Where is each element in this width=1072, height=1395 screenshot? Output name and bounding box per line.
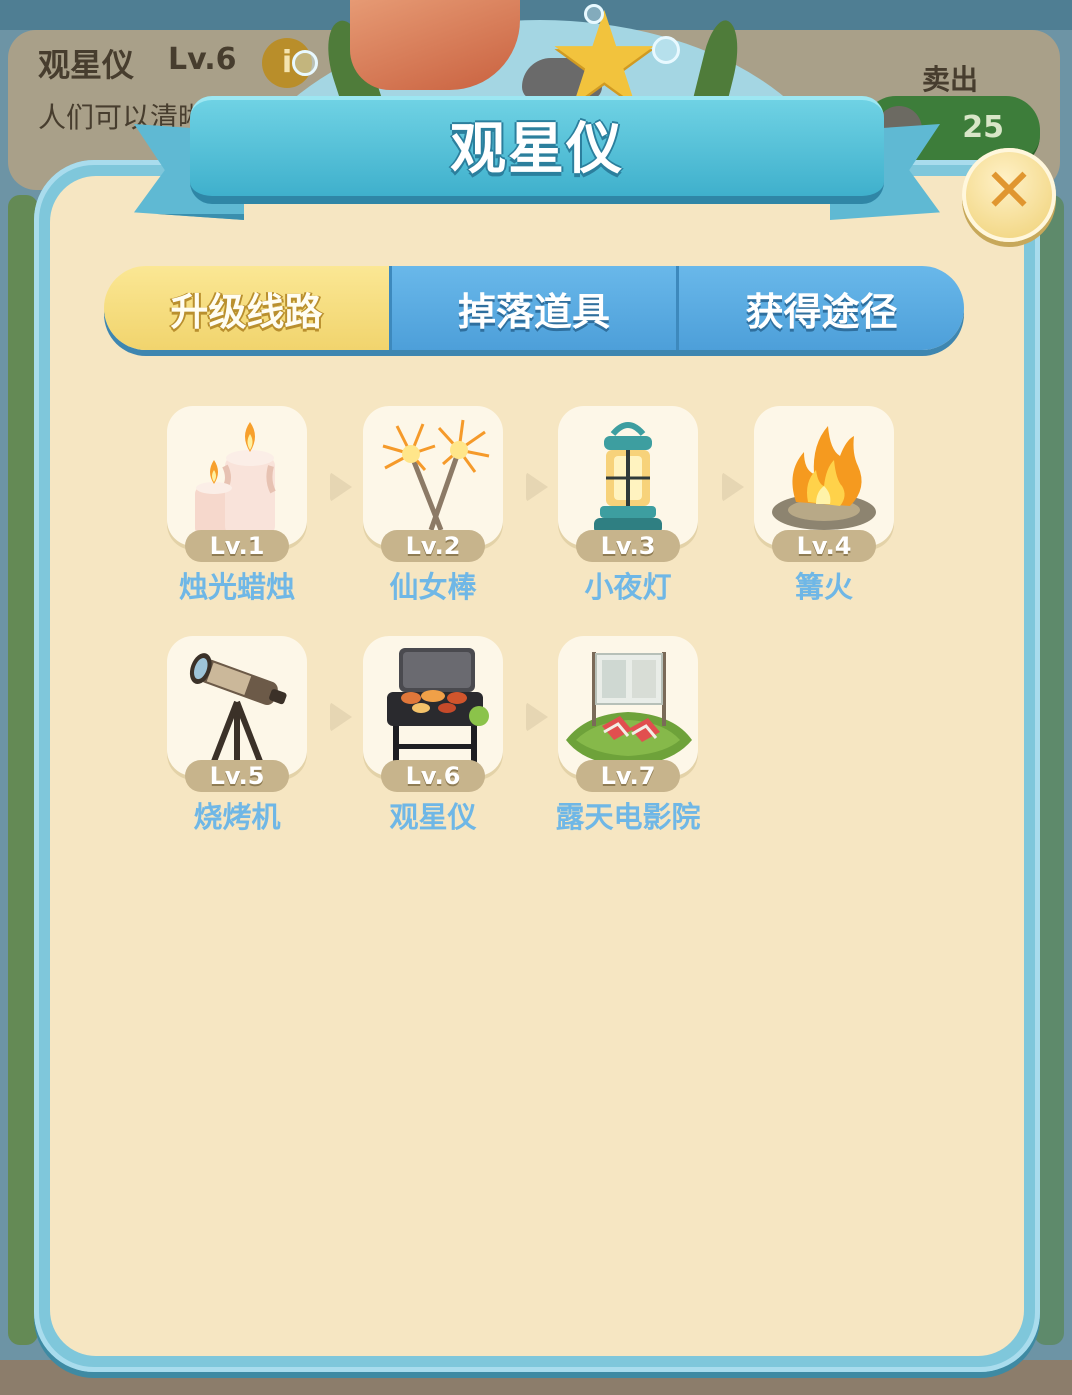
modal-title: 观星仪 — [450, 117, 624, 182]
item-name: 仙女棒 — [389, 570, 477, 604]
upgrade-item-lv3[interactable]: Lv.3 小夜灯 — [550, 406, 710, 606]
candles-icon — [195, 422, 276, 536]
close-icon: ✕ — [983, 156, 1035, 226]
upgrade-item-lv5[interactable]: Lv.5 烧烤机 — [159, 636, 319, 836]
item-name: 小夜灯 — [584, 570, 672, 604]
item-frame — [754, 406, 894, 546]
upgrade-item-lv6[interactable]: Lv.6 观星仪 — [355, 636, 515, 836]
item-info-level: Lv.6 — [168, 42, 237, 77]
bubble-icon — [584, 4, 604, 24]
tab-obtain-methods[interactable]: 获得途径 — [676, 266, 964, 350]
level-badge: Lv.3 — [576, 530, 680, 562]
level-badge: Lv.1 — [185, 530, 289, 562]
bubble-icon — [652, 36, 680, 64]
campfire-icon — [772, 426, 876, 530]
item-name: 观星仪 — [389, 800, 477, 834]
upgrade-item-lv2[interactable]: Lv.2 仙女棒 — [355, 406, 515, 606]
sell-label: 卖出 — [922, 63, 979, 96]
upgrade-item-lv7[interactable]: Lv.7 露天电影院 — [550, 636, 710, 836]
item-frame — [558, 636, 698, 776]
item-frame — [167, 636, 307, 776]
tab-upgrade-path[interactable]: 升级线路 — [104, 266, 389, 350]
level-badge: Lv.6 — [381, 760, 485, 792]
grill-icon — [387, 648, 489, 762]
level-badge: Lv.2 — [381, 530, 485, 562]
item-frame — [363, 406, 503, 546]
tab-bar: 升级线路 掉落道具 获得途径 — [104, 266, 964, 350]
item-name: 露天电影院 — [555, 800, 701, 834]
lantern-icon — [594, 422, 662, 534]
sell-price: 25 — [962, 110, 1004, 145]
bubble-icon — [292, 50, 318, 76]
close-button[interactable]: ✕ — [962, 148, 1056, 242]
telescope-icon — [189, 653, 287, 766]
upgrade-item-lv4[interactable]: Lv.4 篝火 — [746, 406, 906, 606]
upgrade-item-lv1[interactable]: Lv.1 烛光蜡烛 — [159, 406, 319, 606]
item-info-title: 观星仪 — [38, 46, 135, 84]
level-badge: Lv.4 — [772, 530, 876, 562]
level-badge: Lv.5 — [185, 760, 289, 792]
item-name: 烧烤机 — [193, 800, 281, 834]
item-frame — [558, 406, 698, 546]
item-name: 烛光蜡烛 — [178, 570, 295, 604]
sparklers-icon — [382, 419, 490, 531]
level-badge: Lv.7 — [576, 760, 680, 792]
item-name: 篝火 — [794, 570, 853, 604]
item-frame — [363, 636, 503, 776]
tab-drop-items[interactable]: 掉落道具 — [388, 266, 677, 350]
outdoor-cinema-icon — [566, 652, 692, 766]
item-frame — [167, 406, 307, 546]
